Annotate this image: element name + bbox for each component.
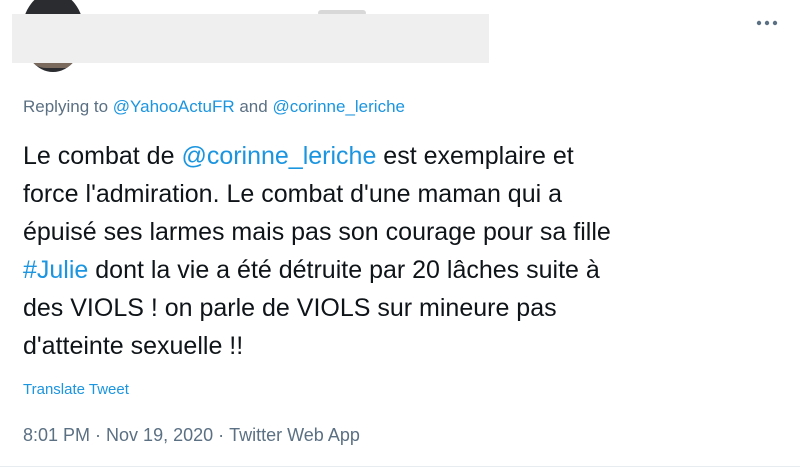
tweet-line: force l'admiration. Le combat d'une mama… — [23, 180, 563, 208]
tweet-metadata: 8:01 PM · Nov 19, 2020 · Twitter Web App — [23, 425, 360, 446]
tweet-line: d'atteinte sexuelle !! — [23, 332, 244, 360]
tweet-text-segment: dont la vie a été détruite par 20 lâches… — [88, 256, 600, 284]
replying-to-joiner: and — [234, 97, 273, 116]
tweet-line: des VIOLS ! on parle de VIOLS sur mineur… — [23, 294, 557, 322]
mention-link-corinne-leriche[interactable]: @corinne_leriche — [272, 97, 405, 116]
replying-to: Replying to @YahooActuFR and @corinne_le… — [23, 97, 405, 117]
meta-separator: · — [95, 425, 102, 445]
hashtag-link[interactable]: #Julie — [23, 256, 88, 284]
tweet-line: épuisé ses larmes mais pas son courage p… — [23, 218, 611, 246]
more-options-button[interactable] — [752, 10, 782, 36]
tweet-text-segment: Le combat de — [23, 142, 182, 170]
tweet-text: Le combat de @corinne_leriche est exempl… — [23, 137, 763, 365]
tweet-source-link[interactable]: Twitter Web App — [229, 425, 360, 445]
tweet-text-segment: est exemplaire et — [376, 142, 574, 170]
meta-separator: · — [218, 425, 225, 445]
tweet-mention-link[interactable]: @corinne_leriche — [181, 142, 376, 170]
redacted-author-info — [12, 14, 489, 63]
tweet-line: #Julie dont la vie a été détruite par 20… — [23, 251, 763, 289]
replying-to-prefix: Replying to — [23, 97, 113, 116]
tweet-date-link[interactable]: Nov 19, 2020 — [106, 425, 213, 445]
mention-link-yahooactufr[interactable]: @YahooActuFR — [113, 97, 235, 116]
tweet-time-link[interactable]: 8:01 PM — [23, 425, 90, 445]
more-horizontal-icon — [756, 20, 778, 26]
divider — [0, 466, 800, 467]
tweet-line: Le combat de @corinne_leriche est exempl… — [23, 137, 763, 175]
translate-tweet-link[interactable]: Translate Tweet — [23, 381, 129, 398]
